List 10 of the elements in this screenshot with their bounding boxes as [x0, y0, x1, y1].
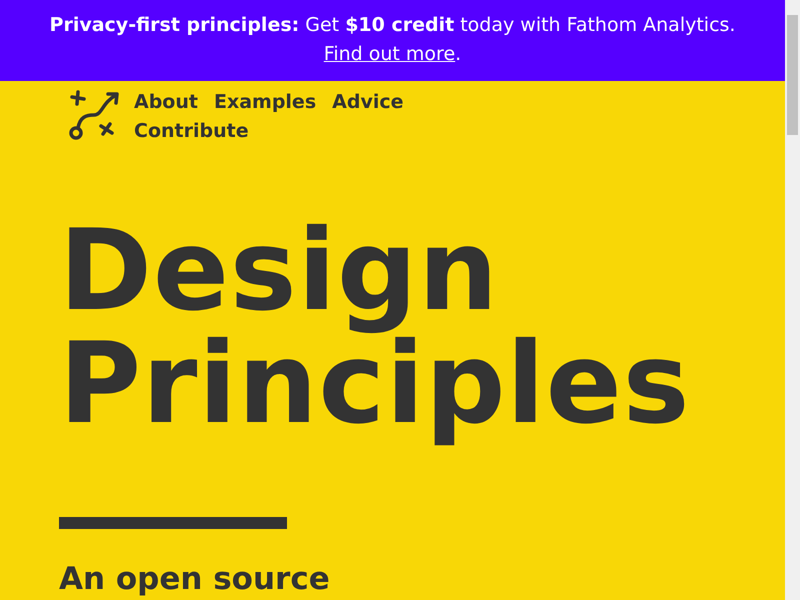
scrollbar-thumb[interactable]: [787, 15, 798, 135]
nav-link[interactable]: Examples: [214, 89, 316, 115]
find-out-more-link[interactable]: Find out more: [324, 40, 456, 69]
promo-text: Privacy-first principles: Get $10 credit today with Fathom Analytics.: [50, 13, 736, 38]
period-text: .: [455, 42, 462, 67]
scrollbar[interactable]: [785, 0, 800, 600]
nav-link[interactable]: Advice: [332, 89, 404, 115]
subtitle: An open source: [59, 562, 331, 596]
nav-link[interactable]: Contribute: [134, 118, 249, 144]
nav-link[interactable]: About: [134, 89, 198, 115]
